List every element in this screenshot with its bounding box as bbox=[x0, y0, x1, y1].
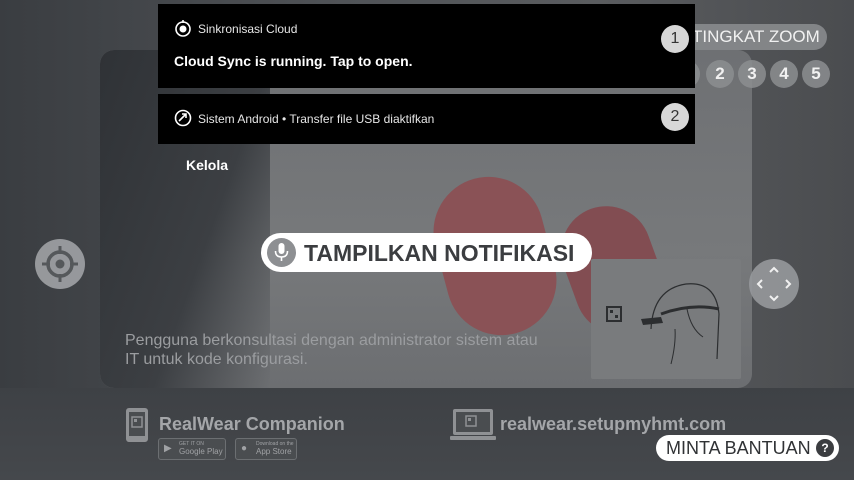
notification-cloud-sync[interactable]: Sinkronisasi Cloud Cloud Sync is running… bbox=[158, 4, 695, 88]
notification-app-name: Sistem Android • Transfer file USB diakt… bbox=[198, 112, 435, 126]
monitor-qr-icon bbox=[450, 409, 496, 440]
android-system-icon bbox=[174, 109, 192, 127]
zoom-level-5[interactable]: 5 bbox=[802, 60, 830, 88]
four-arrows-icon bbox=[756, 266, 792, 302]
phone-qr-icon bbox=[126, 408, 148, 442]
target-button[interactable] bbox=[35, 239, 85, 289]
zoom-level-2[interactable]: 2 bbox=[706, 60, 734, 88]
apple-icon: ● bbox=[241, 443, 248, 454]
manage-notifications-button[interactable]: Kelola bbox=[186, 157, 228, 173]
setup-url: realwear.setupmyhmt.com bbox=[500, 414, 727, 434]
crosshair-icon bbox=[42, 246, 78, 282]
notification-number-badge: 2 bbox=[661, 103, 689, 131]
cloud-sync-icon bbox=[175, 20, 191, 37]
notification-usb-transfer[interactable]: Sistem Android • Transfer file USB diakt… bbox=[158, 94, 695, 144]
headset-illustration bbox=[591, 259, 741, 379]
voice-command-label: TAMPILKAN NOTIFIKASI bbox=[304, 240, 575, 266]
google-play-badge: ▶ GET IT ON Google Play bbox=[158, 438, 226, 460]
help-label: MINTA BANTUAN bbox=[666, 438, 811, 458]
get-help-button[interactable]: MINTA BANTUAN ? bbox=[656, 435, 839, 461]
notification-app-name: Sinkronisasi Cloud bbox=[198, 22, 298, 36]
microphone-icon bbox=[267, 238, 296, 267]
question-icon: ? bbox=[816, 439, 834, 457]
zoom-level-4[interactable]: 4 bbox=[770, 60, 798, 88]
zoom-level-3[interactable]: 3 bbox=[738, 60, 766, 88]
zoom-level-label: TINGKAT ZOOM bbox=[682, 24, 827, 50]
configuration-hint: Pengguna berkonsultasi dengan administra… bbox=[125, 332, 538, 368]
notification-body: Cloud Sync is running. Tap to open. bbox=[174, 53, 413, 69]
notification-number-badge: 1 bbox=[661, 25, 689, 53]
companion-title: RealWear Companion bbox=[159, 414, 345, 434]
play-icon: ▶ bbox=[164, 443, 172, 454]
show-notifications-command[interactable]: TAMPILKAN NOTIFIKASI bbox=[261, 233, 592, 272]
app-store-badge: ● Download on the App Store bbox=[235, 438, 297, 460]
navigation-button[interactable] bbox=[749, 259, 799, 309]
